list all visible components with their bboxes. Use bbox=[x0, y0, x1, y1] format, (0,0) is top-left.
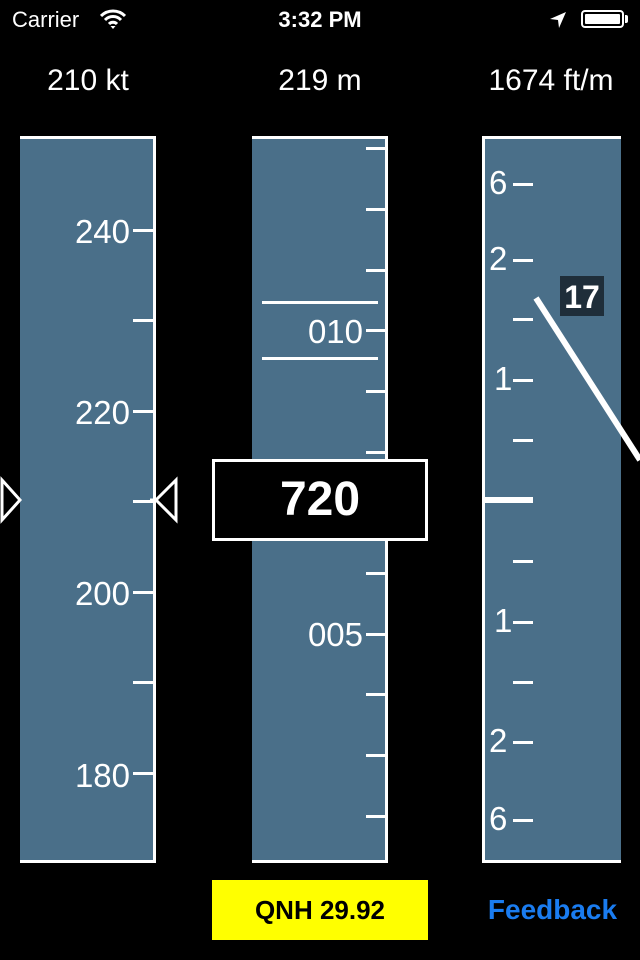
speed-pointer-left-icon bbox=[0, 476, 23, 524]
vertical-speed-value-box: 17 bbox=[560, 276, 604, 316]
vsi-needle bbox=[533, 296, 640, 462]
feedback-button[interactable]: Feedback bbox=[470, 880, 635, 940]
speed-pointer-right-icon bbox=[153, 476, 178, 524]
qnh-button[interactable]: QNH 29.92 bbox=[212, 880, 428, 940]
indicator-overlay bbox=[0, 296, 640, 524]
